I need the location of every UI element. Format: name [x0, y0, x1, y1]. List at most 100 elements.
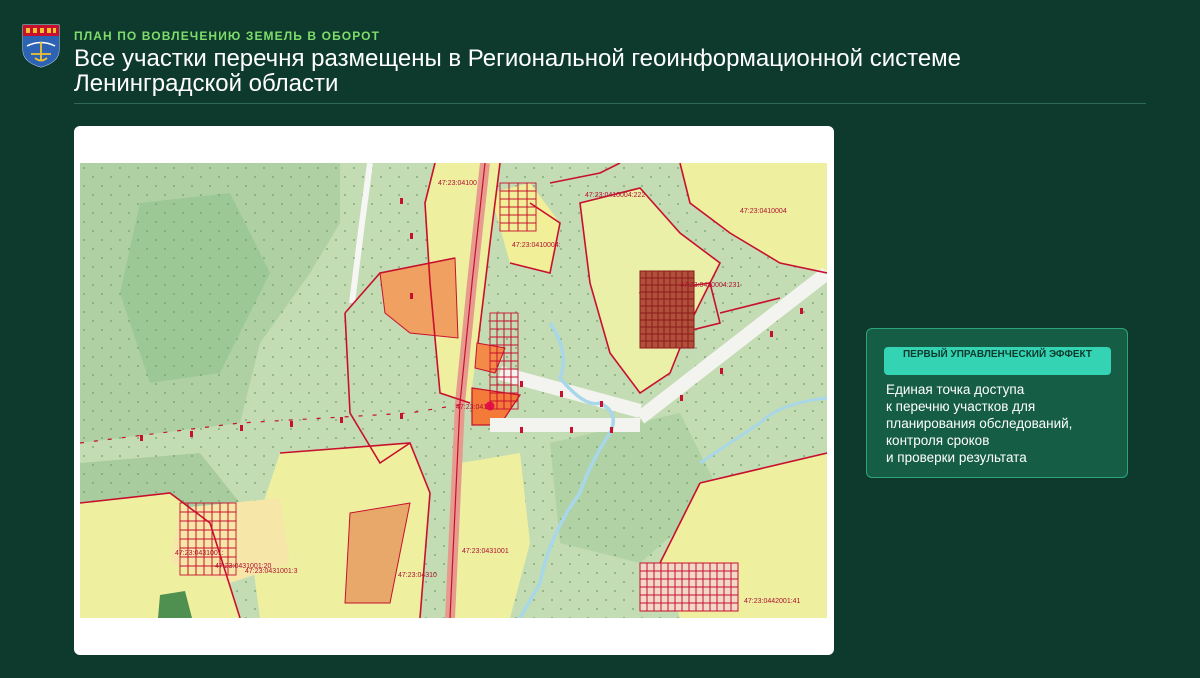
boundary-marker — [770, 331, 773, 337]
lot-cell — [688, 586, 697, 596]
lot-cell — [681, 312, 689, 321]
map-canvas[interactable]: 47:23:0410004:222 47:23:0410004:231 47:2… — [80, 163, 827, 618]
parcel-label: 47:23:0431001:3 — [245, 568, 298, 575]
lot-cell — [667, 602, 676, 612]
lot-cell — [646, 594, 655, 604]
lot-cell — [681, 319, 689, 328]
lot-cell — [681, 298, 689, 307]
lot-cell — [663, 312, 671, 321]
lot-cell — [639, 586, 648, 596]
lot-cell — [651, 340, 659, 349]
lot-cell — [657, 326, 665, 335]
lot-cell — [675, 319, 683, 328]
lot-cell — [669, 291, 677, 300]
lot-cell — [716, 602, 725, 612]
lot-cell — [716, 562, 725, 572]
lot-cell — [687, 326, 695, 335]
lot-cell — [657, 291, 665, 300]
lot-cell — [669, 305, 677, 314]
lot-cell — [669, 319, 677, 328]
lot-cell — [639, 602, 648, 612]
lot-cell — [688, 594, 697, 604]
lot-cell — [681, 578, 690, 588]
lot-cell — [669, 312, 677, 321]
boundary-marker — [400, 198, 403, 204]
lot-cell — [663, 326, 671, 335]
header-kicker: ПЛАН ПО ВОВЛЕЧЕНИЮ ЗЕМЕЛЬ В ОБОРОТ — [74, 29, 381, 43]
parcel-label: 47:23:0431001 — [462, 548, 509, 555]
lot-cell — [645, 291, 653, 300]
map-card: 47:23:0410004:222 47:23:0410004:231 47:2… — [74, 126, 834, 655]
lot-cell — [695, 578, 704, 588]
effect-line: и проверки результата — [886, 450, 1027, 465]
lot-cell — [730, 602, 739, 612]
lot-cell — [663, 284, 671, 293]
lot-cell — [645, 326, 653, 335]
lot-cell — [639, 319, 647, 328]
lot-cell — [716, 578, 725, 588]
lot-cell — [651, 312, 659, 321]
lot-cell — [646, 578, 655, 588]
lot-cell — [639, 284, 647, 293]
lot-cell — [651, 319, 659, 328]
lot-cell — [688, 578, 697, 588]
lot-cell — [688, 570, 697, 580]
boundary-marker — [570, 427, 573, 433]
lot-cell — [723, 594, 732, 604]
lot-cell — [660, 570, 669, 580]
page-title: Все участки перечня размещены в Регионал… — [74, 45, 962, 97]
lot-cell — [663, 319, 671, 328]
lot-cell — [675, 291, 683, 300]
lot-cell — [674, 586, 683, 596]
lot-cell — [663, 333, 671, 342]
lot-cell — [663, 291, 671, 300]
lot-cell — [645, 298, 653, 307]
lot-cell — [723, 578, 732, 588]
parcel-label: 47:23:041 — [456, 404, 487, 411]
lot-cell — [681, 333, 689, 342]
lot-cell — [675, 340, 683, 349]
lot-cell — [695, 594, 704, 604]
effect-line: контроля сроков — [886, 433, 990, 448]
lot-cell — [651, 284, 659, 293]
lot-cell — [669, 333, 677, 342]
boundary-marker — [240, 425, 243, 431]
lot-cell — [687, 291, 695, 300]
lot-cell — [695, 586, 704, 596]
lot-cell — [645, 277, 653, 286]
lot-cell — [639, 578, 648, 588]
parcel-label: 47:23:0410004:222 — [585, 192, 645, 199]
cadastral-map[interactable]: 47:23:0410004:222 47:23:0410004:231 47:2… — [80, 163, 827, 618]
lot-cell — [669, 298, 677, 307]
lot-cell — [645, 305, 653, 314]
lot-cell — [702, 602, 711, 612]
boundary-marker — [560, 391, 563, 397]
lot-cell — [651, 333, 659, 342]
lot-cell — [730, 570, 739, 580]
lot-cell — [723, 570, 732, 580]
lot-cell — [639, 570, 648, 580]
lot-cell — [639, 291, 647, 300]
lot-cell — [681, 602, 690, 612]
lot-cell — [687, 319, 695, 328]
lot-cell — [681, 562, 690, 572]
lot-cell — [663, 277, 671, 286]
lot-cell — [660, 586, 669, 596]
boundary-marker — [410, 293, 413, 299]
boundary-marker — [410, 233, 413, 239]
parcel-label: 47:23:0431001: — [175, 550, 224, 557]
lot-cell — [657, 340, 665, 349]
lot-cell — [709, 586, 718, 596]
lot-cell — [681, 594, 690, 604]
boundary-marker — [190, 431, 193, 437]
lot-cell — [669, 277, 677, 286]
lot-cell — [657, 284, 665, 293]
lot-cell — [646, 562, 655, 572]
lot-cell — [639, 298, 647, 307]
lot-cell — [681, 570, 690, 580]
lot-cell — [645, 270, 653, 279]
management-effect-panel: ПЕРВЫЙ УПРАВЛЕНЧЕСКИЙ ЭФФЕКТ Единая точк… — [866, 328, 1128, 478]
lot-cell — [688, 602, 697, 612]
lot-cell — [675, 298, 683, 307]
lot-cell — [702, 586, 711, 596]
